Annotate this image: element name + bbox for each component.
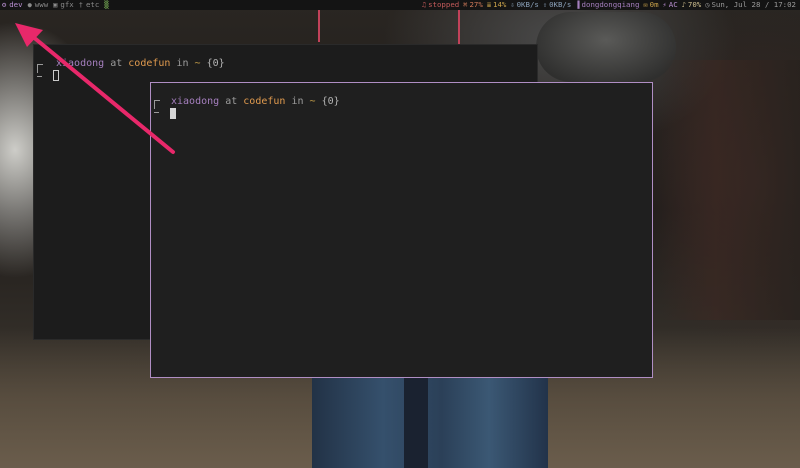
annotation-arrow	[15, 23, 175, 154]
arrow-shaft	[30, 34, 175, 154]
